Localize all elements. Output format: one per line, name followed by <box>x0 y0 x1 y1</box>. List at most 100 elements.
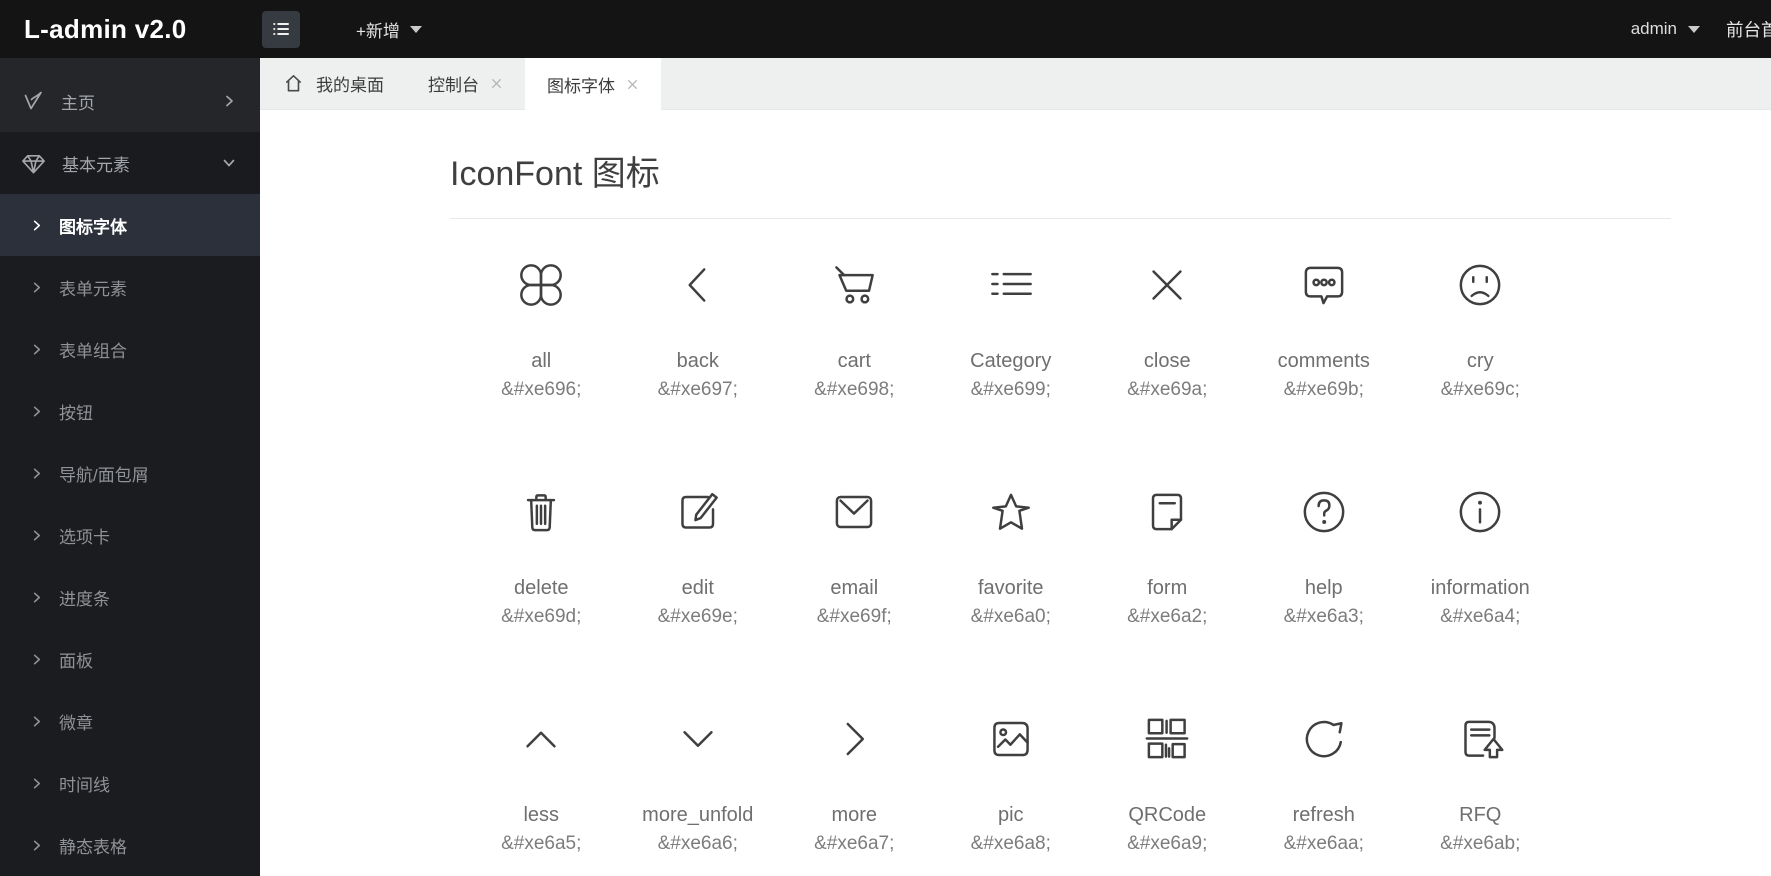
icon-code: &#xe6a6; <box>657 833 738 854</box>
icon-cell-category: Category &#xe699; <box>933 256 1090 483</box>
icon-code: &#xe6aa; <box>1283 833 1364 854</box>
icon-label: edit <box>681 577 714 599</box>
sidebar-item-tabs[interactable]: 选项卡 <box>0 504 260 566</box>
icon-code: &#xe6a5; <box>501 833 582 854</box>
front-site-link[interactable]: 前台首页 <box>1726 17 1771 42</box>
sidebar-item-label: 选项卡 <box>59 527 110 547</box>
caret-down-icon <box>1688 25 1700 33</box>
icon-code: &#xe6a0; <box>970 606 1051 627</box>
sidebar-item-timeline[interactable]: 时间线 <box>0 752 260 814</box>
cart-icon <box>776 256 933 314</box>
icon-label: more_unfold <box>642 804 754 826</box>
sidebar-item-home[interactable]: 主页 <box>0 70 260 132</box>
icon-code: &#xe6a2; <box>1127 606 1208 627</box>
rfq-document-icon <box>1402 710 1559 768</box>
icon-cell-back: back &#xe697; <box>620 256 777 483</box>
close-icon[interactable] <box>490 77 503 90</box>
sidebar-item-label: 进度条 <box>59 589 110 609</box>
icon-label: comments <box>1277 350 1370 372</box>
icon-code: &#xe6a4; <box>1440 606 1521 627</box>
icon-code: &#xe69f; <box>816 606 892 627</box>
sidebar-item-panels[interactable]: 面板 <box>0 628 260 690</box>
sidebar-item-basic-elements[interactable]: 基本元素 <box>0 132 260 194</box>
category-list-icon <box>933 256 1090 314</box>
tab-console[interactable]: 控制台 <box>406 58 525 109</box>
icon-code: &#xe69b; <box>1283 379 1364 400</box>
sidebar-item-static-table[interactable]: 静态表格 <box>0 814 260 876</box>
icon-code: &#xe69d; <box>501 606 582 627</box>
icon-grid: all &#xe696; back &#xe697; cart &#xe698;… <box>463 256 1671 859</box>
sidebar-item-form-groups[interactable]: 表单组合 <box>0 318 260 380</box>
tab-label: 控制台 <box>428 76 479 95</box>
sidebar-item-label: 图标字体 <box>59 217 127 237</box>
icon-cell-help: help &#xe6a3; <box>1246 483 1403 710</box>
chevron-right-icon <box>30 343 43 356</box>
icon-code: &#xe697; <box>657 379 738 400</box>
sidebar-item-label: 基本元素 <box>62 155 130 175</box>
qrcode-icon <box>1089 710 1246 768</box>
chevron-right-icon <box>30 839 43 852</box>
sidebar-item-label: 表单组合 <box>59 341 127 361</box>
sidebar-item-label: 微章 <box>59 713 93 733</box>
menu-list-icon <box>273 23 289 35</box>
sidebar-item-nav-breadcrumb[interactable]: 导航/面包屑 <box>0 442 260 504</box>
refresh-icon <box>1246 710 1403 768</box>
form-document-icon <box>1089 483 1246 541</box>
sidebar-item-label: 静态表格 <box>59 837 127 857</box>
icon-label: Category <box>970 350 1052 372</box>
icon-label: pic <box>997 804 1024 826</box>
icon-code: &#xe698; <box>814 379 895 400</box>
icon-label: favorite <box>977 577 1044 599</box>
edit-pencil-icon <box>620 483 777 541</box>
title-divider <box>450 218 1671 219</box>
sidebar-item-icon-font[interactable]: 图标字体 <box>0 194 260 256</box>
chevron-right-icon <box>30 653 43 666</box>
picture-icon <box>933 710 1090 768</box>
icon-code: &#xe69c; <box>1440 379 1520 400</box>
tab-icon-font[interactable]: 图标字体 <box>525 58 661 110</box>
close-icon[interactable] <box>626 78 639 91</box>
icon-cell-edit: edit &#xe69e; <box>620 483 777 710</box>
add-new-label: +新增 <box>356 21 400 41</box>
icon-label: cry <box>1466 350 1494 372</box>
icon-label: information <box>1430 577 1530 599</box>
icon-label: refresh <box>1292 804 1355 826</box>
sidebar-toggle-button[interactable] <box>262 10 300 48</box>
icon-code: &#xe6ab; <box>1440 833 1521 854</box>
icon-label: form <box>1147 577 1188 599</box>
icon-cell-all: all &#xe696; <box>463 256 620 483</box>
icon-cell-email: email &#xe69f; <box>776 483 933 710</box>
icon-cell-more-unfold: more_unfold &#xe6a6; <box>620 710 777 859</box>
icon-label: help <box>1304 577 1343 599</box>
tab-bar: 我的桌面 控制台 图标字体 <box>260 58 1771 110</box>
icon-label: email <box>830 577 879 599</box>
sidebar-item-progress[interactable]: 进度条 <box>0 566 260 628</box>
sidebar-item-buttons[interactable]: 按钮 <box>0 380 260 442</box>
sidebar-item-form-elements[interactable]: 表单元素 <box>0 256 260 318</box>
add-new-button[interactable]: +新增 <box>356 17 422 42</box>
icon-label: RFQ <box>1459 804 1502 826</box>
icon-cell-refresh: refresh &#xe6aa; <box>1246 710 1403 859</box>
cry-face-icon <box>1402 256 1559 314</box>
sidebar: 主页 基本元素 图标字体 表单元素 表单组合 按钮 导航/面包屑 选项卡 进度条… <box>0 58 260 876</box>
icon-cell-comments: comments &#xe69b; <box>1246 256 1403 483</box>
comments-icon <box>1246 256 1403 314</box>
caret-down-icon <box>409 25 422 33</box>
sidebar-item-badges[interactable]: 微章 <box>0 690 260 752</box>
help-question-icon <box>1246 483 1403 541</box>
all-icon <box>463 256 620 314</box>
close-x-icon <box>1089 256 1246 314</box>
chevron-up-icon <box>463 710 620 768</box>
icon-cell-delete: delete &#xe69d; <box>463 483 620 710</box>
icon-code: &#xe6a7; <box>814 833 895 854</box>
home-check-icon <box>20 88 46 114</box>
admin-menu[interactable]: admin <box>1631 19 1700 39</box>
tab-my-desktop[interactable]: 我的桌面 <box>260 58 406 109</box>
gem-icon <box>20 150 47 177</box>
icon-cell-form: form &#xe6a2; <box>1089 483 1246 710</box>
icon-cell-cry: cry &#xe69c; <box>1402 256 1559 483</box>
sidebar-item-label: 按钮 <box>59 403 93 423</box>
icon-cell-qrcode: QRCode &#xe6a9; <box>1089 710 1246 859</box>
chevron-down-icon <box>222 156 236 170</box>
email-envelope-icon <box>776 483 933 541</box>
